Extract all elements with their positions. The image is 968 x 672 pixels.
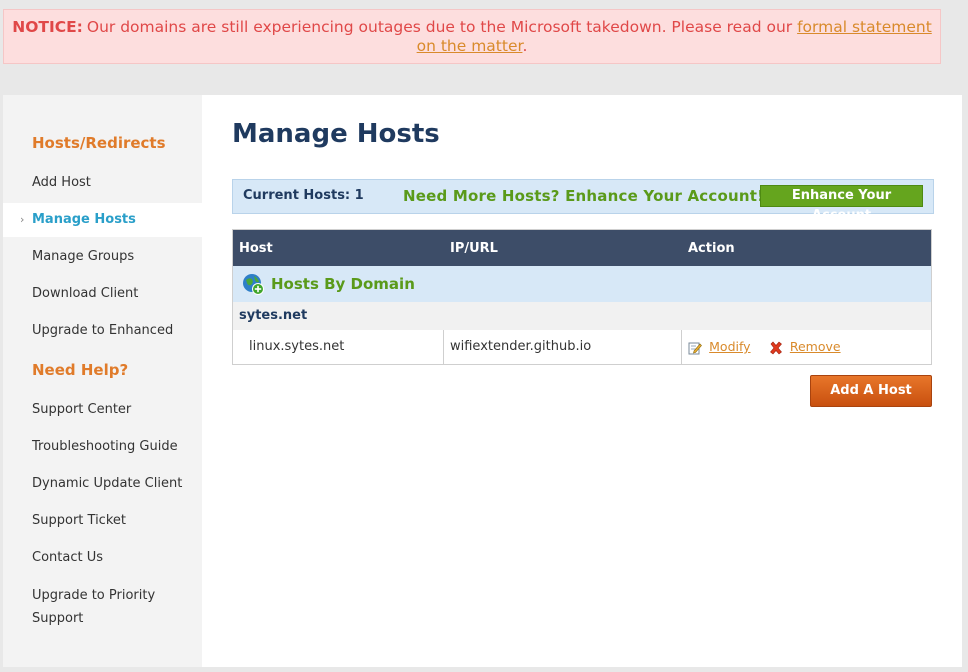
- sidebar-item-label: Add Host: [32, 175, 91, 190]
- sidebar-item-support-center[interactable]: Support Center: [3, 393, 202, 427]
- sidebar-item-label: Support Ticket: [32, 513, 126, 528]
- sidebar-item-add-host[interactable]: Add Host: [3, 166, 202, 200]
- ip-cell: wifiextender.github.io: [444, 330, 682, 364]
- sidebar-item-upgrade-priority[interactable]: Upgrade to Priority Support: [3, 584, 202, 634]
- action-cell: Modify Remove: [682, 330, 931, 364]
- add-host-button[interactable]: Add A Host: [810, 375, 932, 407]
- globe-add-icon: [243, 274, 264, 295]
- host-name: linux.sytes.net: [249, 339, 345, 354]
- column-header-ip: IP/URL: [450, 241, 498, 256]
- sidebar-item-label: Manage Groups: [32, 249, 135, 264]
- notice-label: NOTICE:: [12, 18, 83, 36]
- sidebar-item-dynamic-update-client[interactable]: Dynamic Update Client: [3, 467, 202, 501]
- sidebar: Hosts/Redirects Add Host › Manage Hosts M…: [3, 95, 202, 667]
- column-header-action: Action: [688, 241, 735, 256]
- sidebar-item-contact-us[interactable]: Contact Us: [3, 541, 202, 575]
- sidebar-item-label: Contact Us: [32, 550, 103, 565]
- chevron-right-icon: ›: [20, 213, 25, 226]
- edit-icon[interactable]: [688, 341, 702, 355]
- sidebar-item-label: Support Center: [32, 402, 132, 417]
- table-row: linux.sytes.net wifiextender.github.io M…: [233, 330, 931, 364]
- enhance-account-button[interactable]: Enhance Your Account: [760, 185, 923, 223]
- sidebar-item-support-ticket[interactable]: Support Ticket: [3, 504, 202, 538]
- sidebar-heading-hosts: Hosts/Redirects: [32, 134, 166, 152]
- page-title: Manage Hosts: [232, 119, 440, 149]
- sidebar-item-label: Dynamic Update Client: [32, 476, 183, 491]
- sidebar-item-manage-groups[interactable]: Manage Groups: [3, 240, 202, 274]
- page-container: Hosts/Redirects Add Host › Manage Hosts M…: [3, 95, 962, 667]
- promo-text: Need More Hosts? Enhance Your Account!: [403, 187, 765, 205]
- column-header-host: Host: [239, 241, 273, 256]
- sidebar-item-label: Support: [32, 611, 84, 626]
- notice-banner: NOTICE: Our domains are still experiencin…: [3, 9, 941, 64]
- sidebar-item-label: Download Client: [32, 286, 139, 301]
- remove-link[interactable]: Remove: [790, 339, 841, 354]
- sidebar-heading-help: Need Help?: [32, 361, 129, 379]
- domain-group-row: sytes.net: [233, 302, 931, 330]
- host-cell: linux.sytes.net: [233, 330, 444, 364]
- current-hosts-count: Current Hosts: 1: [243, 188, 364, 203]
- hosts-table: Host IP/URL Action Hosts By Domain sytes…: [232, 229, 932, 365]
- sidebar-item-label: Upgrade to Enhanced: [32, 323, 174, 338]
- notice-text: Our domains are still experiencing outag…: [86, 18, 798, 36]
- sidebar-item-label: Upgrade to Priority: [32, 588, 156, 603]
- sidebar-item-label: Troubleshooting Guide: [32, 439, 178, 454]
- sidebar-item-label: Manage Hosts: [32, 212, 136, 227]
- sidebar-item-download-client[interactable]: Download Client: [3, 277, 202, 311]
- current-hosts-bar: Current Hosts: 1 Need More Hosts? Enhanc…: [232, 179, 934, 223]
- sidebar-item-manage-hosts[interactable]: › Manage Hosts: [3, 203, 202, 237]
- notice-end: .: [522, 37, 528, 55]
- ip-url: wifiextender.github.io: [450, 339, 592, 354]
- sidebar-item-troubleshooting[interactable]: Troubleshooting Guide: [3, 430, 202, 464]
- delete-x-icon[interactable]: [769, 341, 783, 355]
- modify-link[interactable]: Modify: [709, 339, 750, 354]
- domain-group-header: Hosts By Domain: [233, 266, 931, 302]
- sidebar-item-upgrade-enhanced[interactable]: Upgrade to Enhanced: [3, 314, 202, 348]
- domain-name: sytes.net: [239, 308, 308, 323]
- table-header: Host IP/URL Action: [233, 230, 931, 266]
- hosts-by-domain-label: Hosts By Domain: [271, 275, 415, 293]
